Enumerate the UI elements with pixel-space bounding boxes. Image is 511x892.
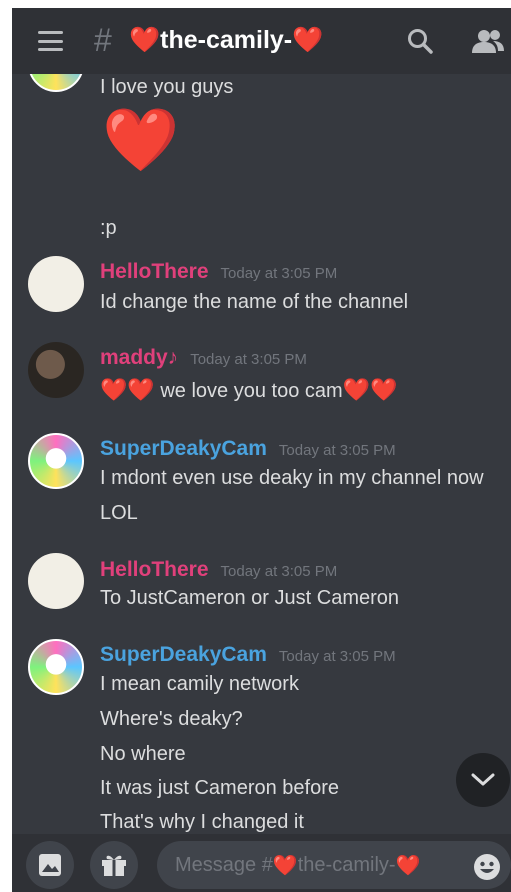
message-text: I mdont even use deaky in my channel now [100,467,484,489]
message-text: Id change the name of the channel [100,291,409,313]
big-heart-emoji: ❤️ [102,106,180,175]
username[interactable]: SuperDeakyCam [100,643,267,667]
message-text: It was just Cameron before [100,777,339,799]
message-text: :p [100,217,117,239]
discord-frame: # ❤️ the-camily- ❤️ I love you guys ❤️ :… [12,8,511,892]
message-input[interactable]: Message # ❤️ the-camily- ❤️ [157,841,511,889]
heart-emoji: ❤️ [395,854,421,877]
heart-emoji: ❤️ [129,26,161,54]
message-text: That's why I changed it [100,811,304,833]
hamburger-icon[interactable] [38,31,63,51]
timestamp: Today at 3:05 PM [278,648,396,665]
timestamp: Today at 3:05 PM [220,265,338,282]
heart-emoji: ❤️❤️ [100,377,155,402]
message-text: I mean camily network [100,673,299,695]
message-text: LOL [100,502,138,524]
username[interactable]: maddy♪ [100,346,178,370]
message-header: SuperDeakyCam Today at 3:05 PM [100,437,396,461]
message-text-body: we love you too cam [154,380,343,402]
channel-title[interactable]: ❤️ the-camily- ❤️ [129,26,323,55]
message-text: ❤️❤️ we love you too cam❤️❤️ [100,377,397,403]
message-header: SuperDeakyCam Today at 3:05 PM [100,643,396,667]
image-icon [39,854,61,876]
avatar[interactable] [28,553,84,609]
emoji-icon[interactable] [473,853,501,881]
channel-name: the-camily- [160,26,293,54]
placeholder-prefix: Message # [175,853,273,876]
heart-emoji: ❤️ [272,854,298,877]
heart-emoji: ❤️❤️ [342,377,398,402]
timestamp: Today at 3:05 PM [278,442,396,459]
message-text: To JustCameron or Just Cameron [100,587,400,609]
gift-icon [102,855,126,876]
upload-image-button[interactable] [26,841,74,889]
username[interactable]: HelloThere [100,260,209,284]
heart-emoji: ❤️ [292,26,324,54]
search-icon[interactable] [407,28,433,54]
composer-bar: Message # ❤️ the-camily- ❤️ [12,834,511,892]
avatar[interactable] [28,74,84,92]
message-text: Where's deaky? [100,708,243,730]
message-list[interactable]: I love you guys ❤️ :p HelloThere Today a… [12,74,511,834]
avatar[interactable] [28,342,84,398]
username[interactable]: HelloThere [100,558,209,582]
placeholder-channel: the-camily- [297,853,396,876]
channel-header: # ❤️ the-camily- ❤️ [12,8,511,74]
message-text: I love you guys [100,76,234,98]
timestamp: Today at 3:05 PM [190,351,307,368]
avatar[interactable] [28,639,84,695]
scroll-to-bottom-button[interactable] [456,753,510,807]
message-header: maddy♪ Today at 3:05 PM [100,346,307,370]
message-text: No where [100,743,186,765]
timestamp: Today at 3:05 PM [220,563,338,580]
gift-button[interactable] [90,841,138,889]
message-header: HelloThere Today at 3:05 PM [100,558,337,582]
members-icon[interactable] [471,28,505,54]
chevron-down-icon [471,773,495,786]
channel-hash-icon: # [94,22,112,58]
username[interactable]: SuperDeakyCam [100,437,267,461]
avatar[interactable] [28,256,84,312]
avatar[interactable] [28,433,84,489]
message-header: HelloThere Today at 3:05 PM [100,260,337,284]
